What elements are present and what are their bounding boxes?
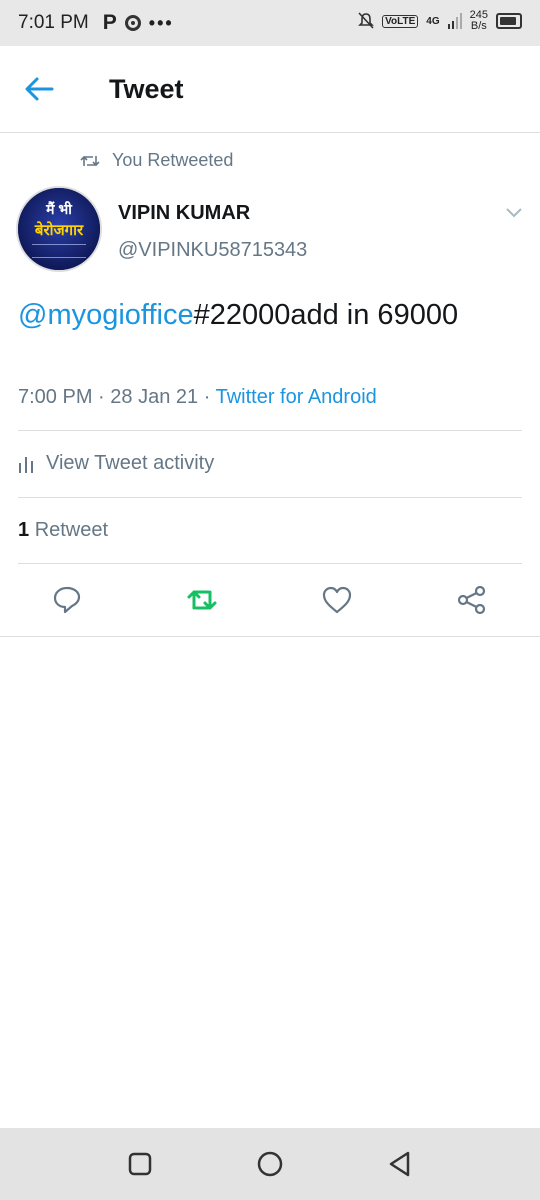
divider — [18, 497, 522, 498]
retweet-action-icon[interactable] — [186, 584, 218, 616]
status-system-icons: VoLTE 4G 245 B/s — [358, 10, 522, 32]
back-arrow-icon[interactable] — [22, 74, 58, 104]
more-notifications-icon: ••• — [148, 12, 174, 33]
like-heart-icon[interactable] — [321, 584, 353, 616]
status-bar: 7:01 PM P ••• VoLTE 4G 245 B/s — [0, 0, 540, 46]
tweet-actions — [0, 580, 540, 637]
tweet-body: #22000add in 69000 — [193, 299, 459, 331]
tweet-meta: 7:00 PM · 28 Jan 21 · Twitter for Androi… — [18, 386, 377, 408]
status-time: 7:01 PM — [18, 12, 89, 33]
mention-link[interactable]: @myogioffice — [18, 299, 194, 331]
tweet-source-link[interactable]: Twitter for Android — [216, 386, 377, 408]
retweet-icon — [80, 155, 100, 166]
view-tweet-activity-label: View Tweet activity — [46, 452, 215, 474]
chevron-down-icon[interactable] — [504, 204, 524, 220]
network-speed: 245 B/s — [469, 9, 488, 32]
avatar[interactable]: मैं भी बेरोजगार — [16, 186, 102, 272]
network-type: 4G — [426, 15, 440, 27]
system-navigation-bar — [0, 1128, 540, 1200]
retweet-context: You Retweeted — [80, 150, 233, 171]
battery-icon — [496, 13, 522, 29]
share-icon[interactable] — [456, 584, 488, 616]
volte-badge: VoLTE — [382, 14, 419, 28]
tweet-time: 7:00 PM — [18, 386, 93, 408]
author-name[interactable]: VIPIN KUMAR — [118, 202, 250, 225]
app-bar: Tweet — [0, 46, 540, 133]
divider — [18, 563, 522, 564]
page-title: Tweet — [109, 74, 184, 104]
home-icon[interactable] — [256, 1150, 284, 1178]
view-tweet-activity[interactable]: View Tweet activity — [18, 452, 214, 475]
retweet-stats[interactable]: 1 Retweet — [18, 519, 108, 542]
divider — [18, 430, 522, 431]
avatar-text-line2: बेरोजगार — [34, 222, 84, 239]
analytics-icon — [19, 456, 33, 473]
retweet-count-label: Retweet — [34, 519, 109, 541]
author-handle[interactable]: @VIPINKU58715343 — [118, 239, 307, 262]
mute-bell-icon — [358, 12, 375, 29]
pinterest-icon: P — [102, 11, 117, 34]
recent-apps-icon[interactable] — [126, 1150, 154, 1178]
avatar-text-line1: मैं भी — [46, 201, 72, 217]
tweet-text: @myogioffice#22000add in 69000 — [18, 294, 518, 336]
retweet-count: 1 — [18, 519, 30, 541]
reply-icon[interactable] — [51, 584, 83, 616]
retweet-context-label: You Retweeted — [112, 150, 234, 170]
back-nav-icon[interactable] — [386, 1150, 414, 1178]
status-notification-icons: P ••• — [103, 11, 174, 35]
tweet-date: 28 Jan 21 — [110, 386, 199, 408]
avatar-decoration — [32, 244, 86, 258]
chrome-icon — [124, 15, 141, 31]
signal-icon — [447, 13, 462, 29]
